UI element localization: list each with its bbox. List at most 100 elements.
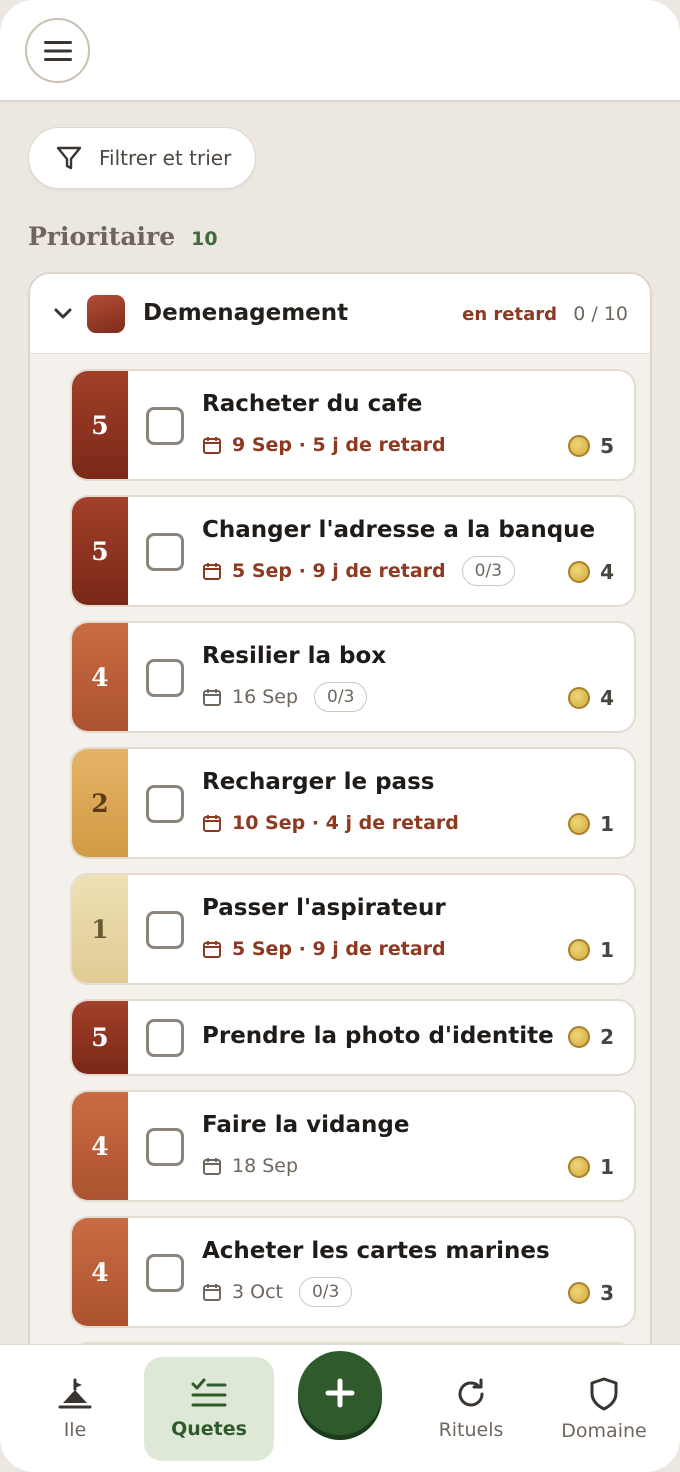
calendar-icon bbox=[203, 689, 221, 706]
task-checkbox[interactable] bbox=[146, 1019, 184, 1057]
refresh-icon bbox=[458, 1378, 484, 1407]
priority-badge: 4 bbox=[72, 1218, 128, 1326]
reward-value: 4 bbox=[600, 560, 614, 584]
reward-value: 2 bbox=[600, 1025, 614, 1049]
task-card[interactable]: 5 Racheter du cafe 9 Sep · 5 j de retard… bbox=[70, 369, 636, 481]
app-screen: Filtrer et trier Prioritaire 10 Demenage… bbox=[0, 0, 680, 1472]
calendar-icon bbox=[203, 815, 221, 832]
reward-value: 1 bbox=[600, 938, 614, 962]
checklist-icon bbox=[191, 1378, 227, 1407]
task-card[interactable]: 5 Prendre la photo d'identite 2 bbox=[70, 999, 636, 1076]
task-reward: 5 bbox=[568, 434, 614, 458]
coin-icon bbox=[568, 1156, 591, 1178]
task-checkbox[interactable] bbox=[146, 1128, 184, 1166]
calendar-icon bbox=[203, 1158, 221, 1175]
section-title: Prioritaire bbox=[28, 222, 176, 251]
nav-quetes[interactable]: Quetes bbox=[144, 1345, 274, 1472]
task-title: Changer l'adresse a la banque bbox=[202, 517, 596, 543]
task-card[interactable]: 4 Faire la vidange 18 Sep 1 bbox=[70, 1090, 636, 1202]
funnel-icon bbox=[56, 146, 82, 170]
calendar-icon bbox=[203, 1284, 221, 1301]
task-due: 10 Sep · 4 j de retard bbox=[232, 812, 459, 834]
chevron-down-icon[interactable] bbox=[52, 303, 74, 325]
subtask-count: 0/3 bbox=[314, 682, 368, 712]
task-title: Faire la vidange bbox=[202, 1112, 410, 1138]
task-title: Passer l'aspirateur bbox=[202, 895, 446, 921]
priority-badge: 2 bbox=[72, 749, 128, 857]
task-checkbox[interactable] bbox=[146, 659, 184, 697]
coin-icon bbox=[568, 939, 591, 961]
filter-sort-label: Filtrer et trier bbox=[99, 146, 232, 170]
task-title: Resilier la box bbox=[202, 643, 387, 669]
hamburger-icon bbox=[43, 40, 72, 61]
quest-group: Demenagement en retard 0 / 10 5 Racheter… bbox=[28, 272, 652, 1372]
coin-icon bbox=[568, 813, 591, 835]
task-card[interactable]: 2 Recharger le pass 10 Sep · 4 j de reta… bbox=[70, 747, 636, 859]
task-card[interactable]: 4 Acheter les cartes marines 3 Oct 0/3 3 bbox=[70, 1216, 636, 1328]
calendar-icon bbox=[203, 563, 221, 580]
task-reward: 4 bbox=[568, 560, 614, 584]
task-reward: 1 bbox=[568, 938, 614, 962]
task-reward: 1 bbox=[568, 812, 614, 836]
calendar-icon bbox=[203, 437, 221, 454]
task-title: Prendre la photo d'identite bbox=[202, 1023, 554, 1049]
coin-icon bbox=[568, 687, 591, 709]
task-title: Acheter les cartes marines bbox=[202, 1238, 550, 1264]
task-due: 5 Sep · 9 j de retard bbox=[232, 560, 446, 582]
nav-rituels[interactable]: Rituels bbox=[406, 1345, 536, 1472]
island-icon bbox=[58, 1378, 92, 1409]
task-checkbox[interactable] bbox=[146, 785, 184, 823]
section-header: Prioritaire 10 bbox=[28, 222, 218, 251]
task-meta: 16 Sep 0/3 bbox=[202, 682, 368, 712]
reward-value: 4 bbox=[600, 686, 614, 710]
reward-value: 5 bbox=[600, 434, 614, 458]
task-meta: 5 Sep · 9 j de retard bbox=[202, 938, 446, 960]
task-due: 18 Sep bbox=[232, 1155, 299, 1177]
nav-ile[interactable]: Ile bbox=[10, 1345, 140, 1472]
task-checkbox[interactable] bbox=[146, 911, 184, 949]
priority-badge: 1 bbox=[72, 875, 128, 983]
reward-value: 3 bbox=[600, 1281, 614, 1305]
coin-icon bbox=[568, 561, 591, 583]
subtask-count: 0/3 bbox=[298, 1277, 353, 1307]
add-quest-button[interactable] bbox=[298, 1351, 382, 1435]
top-bar bbox=[0, 0, 680, 102]
task-reward: 3 bbox=[568, 1281, 614, 1305]
task-checkbox[interactable] bbox=[146, 1254, 184, 1292]
plus-icon bbox=[325, 1378, 355, 1408]
task-checkbox[interactable] bbox=[146, 533, 184, 571]
calendar-icon bbox=[203, 941, 221, 958]
section-count: 10 bbox=[191, 228, 218, 250]
task-reward: 4 bbox=[568, 686, 614, 710]
task-meta: 3 Oct 0/3 bbox=[202, 1277, 353, 1307]
filter-sort-button[interactable]: Filtrer et trier bbox=[28, 127, 256, 189]
task-meta: 18 Sep bbox=[202, 1155, 298, 1177]
task-card[interactable]: 1 Passer l'aspirateur 5 Sep · 9 j de ret… bbox=[70, 873, 636, 985]
task-due: 9 Sep · 5 j de retard bbox=[232, 434, 446, 456]
shield-icon bbox=[590, 1377, 618, 1411]
nav-ile-label: Ile bbox=[63, 1419, 87, 1441]
group-color-icon bbox=[87, 295, 125, 333]
task-meta: 9 Sep · 5 j de retard bbox=[202, 434, 446, 456]
task-card[interactable]: 4 Resilier la box 16 Sep 0/3 4 bbox=[70, 621, 636, 733]
task-reward: 1 bbox=[568, 1155, 614, 1179]
group-header[interactable]: Demenagement en retard 0 / 10 bbox=[30, 274, 650, 354]
nav-quetes-label: Quetes bbox=[171, 1418, 247, 1440]
task-checkbox[interactable] bbox=[146, 407, 184, 445]
menu-button[interactable] bbox=[25, 18, 90, 83]
priority-badge: 4 bbox=[72, 1092, 128, 1200]
task-meta: 10 Sep · 4 j de retard bbox=[202, 812, 459, 834]
coin-icon bbox=[568, 1282, 591, 1304]
task-card[interactable]: 5 Changer l'adresse a la banque 5 Sep · … bbox=[70, 495, 636, 607]
priority-badge: 5 bbox=[72, 371, 128, 479]
task-title: Recharger le pass bbox=[202, 769, 435, 795]
group-status: en retard bbox=[462, 304, 557, 325]
task-due: 3 Oct bbox=[232, 1281, 283, 1303]
reward-value: 1 bbox=[600, 812, 614, 836]
task-meta: 5 Sep · 9 j de retard 0/3 bbox=[202, 556, 516, 586]
task-title: Racheter du cafe bbox=[202, 391, 423, 417]
nav-domaine-label: Domaine bbox=[561, 1420, 647, 1442]
nav-domaine[interactable]: Domaine bbox=[539, 1345, 669, 1472]
group-progress: 0 / 10 bbox=[573, 303, 628, 325]
priority-badge: 5 bbox=[72, 497, 128, 605]
